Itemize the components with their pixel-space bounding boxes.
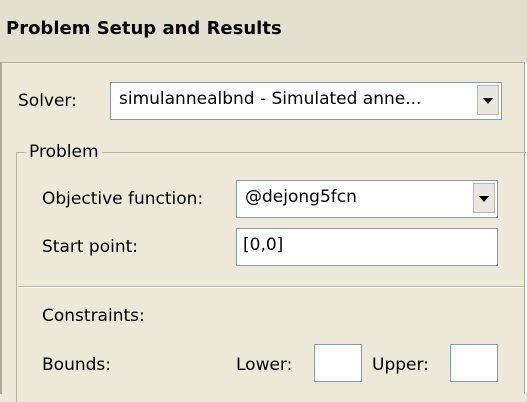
objective-function-label: Objective function: — [42, 189, 204, 209]
upper-bound-label: Upper: — [372, 355, 429, 375]
bounds-label: Bounds: — [42, 355, 111, 375]
section-divider — [18, 286, 524, 288]
problem-setup-panel: Problem Setup and Results Solver: simula… — [0, 0, 527, 402]
solver-dropdown[interactable]: simulannealbnd - Simulated anne... — [110, 82, 502, 120]
start-point-input[interactable]: [0,0] — [236, 228, 498, 266]
constraints-heading: Constraints: — [42, 306, 145, 326]
upper-bound-input[interactable] — [450, 344, 498, 382]
solver-label: Solver: — [18, 91, 77, 111]
problem-group-legend: Problem — [26, 142, 102, 162]
chevron-down-icon — [479, 196, 489, 202]
lower-bound-input[interactable] — [314, 344, 362, 382]
solver-dropdown-button[interactable] — [477, 85, 499, 115]
objective-function-dropdown[interactable]: @dejong5fcn — [236, 180, 498, 218]
start-point-label: Start point: — [42, 237, 139, 257]
chevron-down-icon — [483, 98, 493, 104]
objective-function-value: @dejong5fcn — [245, 187, 357, 207]
panel-header: Problem Setup and Results — [0, 0, 527, 63]
lower-bound-label: Lower: — [236, 355, 293, 375]
objective-function-dropdown-button[interactable] — [473, 183, 495, 213]
panel-title: Problem Setup and Results — [6, 18, 282, 39]
start-point-value: [0,0] — [243, 235, 284, 255]
panel-left-border — [0, 62, 2, 394]
solver-selected-value: simulannealbnd - Simulated anne... — [119, 89, 422, 109]
